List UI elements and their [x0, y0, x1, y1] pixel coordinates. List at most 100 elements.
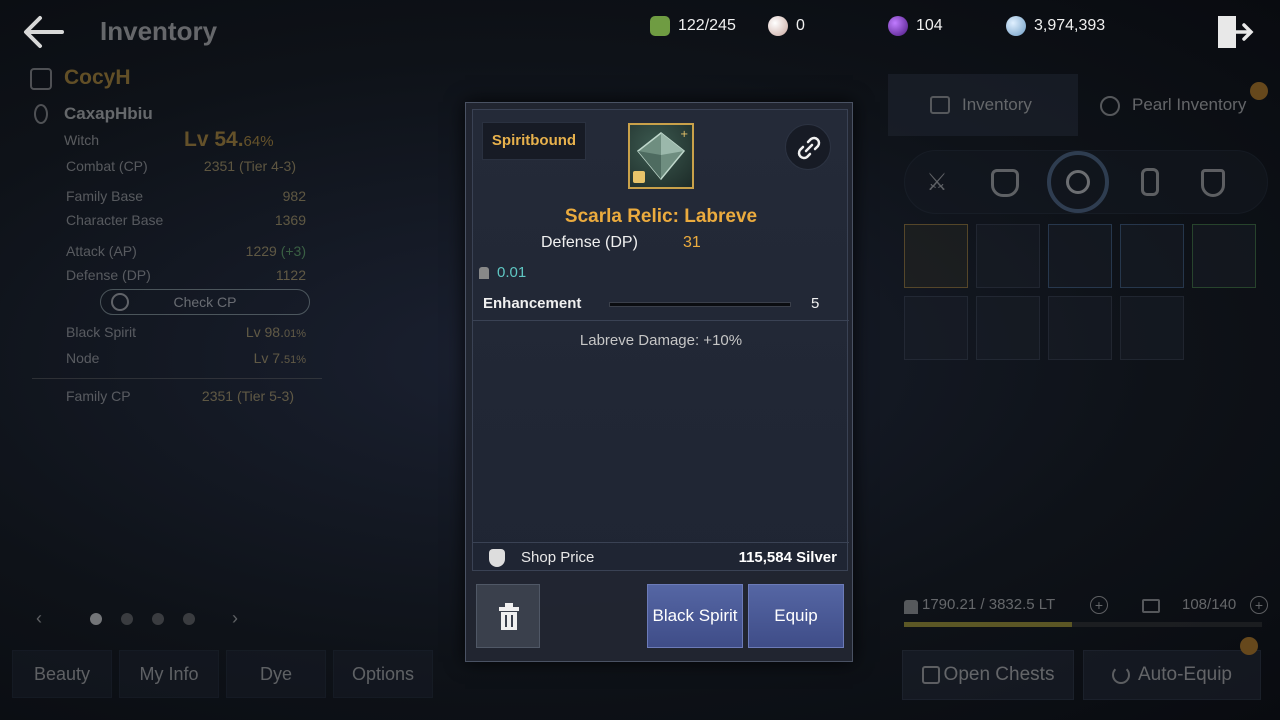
item-details: Spiritbound + Scarla Relic: Labreve Defe…	[472, 109, 849, 572]
stat-label: Character Base	[66, 212, 164, 228]
category-filter-bar: ⚔	[904, 150, 1268, 214]
family-crest-icon	[30, 68, 52, 90]
item-slot-egg[interactable]	[1120, 224, 1184, 288]
swords-icon[interactable]: ⚔	[923, 169, 951, 197]
potion-icon[interactable]	[1201, 169, 1225, 197]
node-lv: Lv 7.	[253, 350, 284, 366]
shop-price-row: Shop Price 115,584 Silver	[473, 542, 849, 572]
stat-family-base: Family Base 982	[26, 188, 326, 208]
node-pct: 51%	[283, 354, 306, 366]
black-spirit-button[interactable]: Black Spirit	[647, 584, 743, 648]
level-value: Lv 54.	[184, 128, 244, 151]
stat-value: 1122	[275, 267, 306, 283]
page-dot[interactable]	[90, 613, 102, 625]
item-slot-necklace-3[interactable]	[1120, 296, 1184, 360]
family-name: CocyH	[64, 66, 131, 89]
attack-bonus: (+3)	[280, 243, 306, 259]
check-cp-button[interactable]: Check CP	[100, 289, 310, 315]
enhancement-value: 5	[811, 295, 820, 312]
character-level: Lv 54.64%	[184, 128, 274, 152]
item-effect: Labreve Damage: +10%	[579, 332, 743, 349]
family-cp-label: Family CP	[66, 388, 131, 404]
tab-beauty[interactable]: Beauty	[12, 650, 112, 698]
black-spirit-label: Black Spirit	[66, 324, 137, 340]
stat-label: Attack (AP)	[66, 243, 137, 259]
add-weight-icon[interactable]: +	[1090, 596, 1108, 614]
item-slot-pyramid[interactable]	[1048, 224, 1112, 288]
stat-label: Defense (DP)	[541, 234, 638, 251]
stat-value: 982	[282, 188, 306, 204]
weight-icon	[904, 600, 918, 614]
class-icon	[34, 104, 48, 124]
equip-button[interactable]: Equip	[748, 584, 844, 648]
add-slots-icon[interactable]: +	[1250, 596, 1268, 614]
currency-pearls: 0	[768, 12, 805, 40]
item-weight-value: 0.01	[497, 264, 527, 281]
open-chests-label: Open Chests	[943, 664, 1055, 685]
purple-orb-icon	[888, 16, 908, 36]
item-slot-spider[interactable]	[976, 224, 1040, 288]
item-slot-relic[interactable]	[904, 224, 968, 288]
stat-label: Combat (CP)	[66, 158, 148, 174]
check-cp-label: Check CP	[173, 294, 237, 310]
auto-equip-label: Auto-Equip	[1137, 664, 1232, 685]
armor-icon[interactable]	[991, 169, 1019, 197]
currency-silver-value: 3,974,393	[1034, 17, 1106, 34]
gem-icon[interactable]	[1141, 168, 1159, 196]
notification-badge	[1250, 82, 1268, 100]
item-slot-necklace-2[interactable]	[1048, 296, 1112, 360]
character-panel: CocyH CaxapHbiu Witch Lv 54.64% Combat (…	[26, 62, 326, 422]
discard-button[interactable]	[476, 584, 540, 648]
chevron-right-icon[interactable]: ›	[232, 608, 238, 629]
item-slot-ring[interactable]	[904, 296, 968, 360]
tab-options[interactable]: Options	[333, 650, 433, 698]
stat-defense: Defense (DP) 1122	[26, 267, 326, 287]
item-slot-scroll[interactable]	[1192, 224, 1256, 288]
open-chests-button[interactable]: Open Chests	[902, 650, 1074, 700]
weight-capacity-row: 1790.21 / 3832.5 LT + 108/140 +	[904, 596, 1268, 627]
ring-glyph	[1066, 170, 1090, 194]
tab-pearl-inventory[interactable]: Pearl Inventory	[1080, 74, 1280, 136]
pearl-bag-icon	[1100, 96, 1120, 116]
black-spirit-value: Lv 98.01%	[246, 324, 306, 340]
enhancement-label: Enhancement	[483, 295, 582, 312]
page-dot[interactable]	[152, 613, 164, 625]
pearl-icon	[768, 16, 788, 36]
stat-combat-cp: Combat (CP) 2351 (Tier 4-3)	[26, 158, 326, 178]
tab-dye[interactable]: Dye	[226, 650, 326, 698]
family-cp: Family CP 2351 (Tier 5-3)	[26, 388, 326, 408]
shop-price-value: 115,584 Silver	[738, 549, 837, 566]
stat-value: 1229 (+3)	[246, 243, 306, 259]
top-bar: Inventory 122/245 0 104 3,974,393	[0, 0, 1280, 56]
tab-inventory[interactable]: Inventory	[888, 74, 1078, 136]
node-label: Node	[66, 350, 100, 366]
chevron-left-icon[interactable]: ‹	[36, 608, 42, 629]
stat-label: Defense (DP)	[66, 267, 151, 283]
back-arrow-icon[interactable]	[22, 14, 64, 50]
black-spirit-level: Black Spirit Lv 98.01%	[26, 324, 326, 344]
page-dot[interactable]	[121, 613, 133, 625]
leaf-gem-icon	[650, 16, 670, 36]
weight-progress-bar	[904, 622, 1262, 627]
trash-icon	[499, 603, 519, 630]
currency-silver: 3,974,393	[1006, 12, 1105, 40]
refresh-icon	[1111, 665, 1130, 684]
item-slot-necklace-1[interactable]	[976, 296, 1040, 360]
bag-slots-icon	[1142, 599, 1160, 613]
exit-door-icon[interactable]	[1214, 12, 1254, 52]
slots-value: 108/140	[1182, 596, 1237, 613]
lock-icon	[633, 171, 645, 183]
inventory-panel: Inventory Pearl Inventory ⚔ 1790.21 / 38…	[888, 74, 1280, 720]
character-class: Witch	[64, 132, 99, 148]
tab-my-info[interactable]: My Info	[119, 650, 219, 698]
tab-inventory-label: Inventory	[962, 95, 1032, 114]
link-button[interactable]	[785, 124, 831, 170]
page-dot[interactable]	[183, 613, 195, 625]
stat-value: 2351 (Tier 4-3)	[203, 158, 296, 174]
weight-progress-fill	[904, 622, 1073, 627]
auto-equip-button[interactable]: Auto-Equip	[1083, 637, 1261, 700]
stat-character-base: Character Base 1369	[26, 212, 326, 232]
spiritbound-badge: Spiritbound	[482, 122, 586, 160]
stat-value: 1369	[274, 212, 306, 228]
item-name: Scarla Relic: Labreve	[564, 206, 758, 227]
